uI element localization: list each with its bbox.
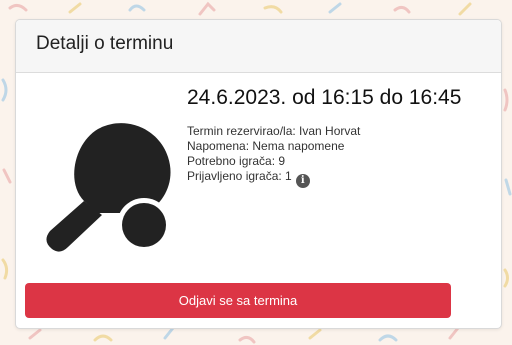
table-tennis-paddle-icon: [46, 123, 171, 252]
info-icon[interactable]: i: [295, 174, 310, 188]
card-header: Detalji o terminu: [16, 20, 501, 73]
registered-players: Prijavljeno igrača: 1: [187, 169, 292, 183]
required-players: Potrebno igrača: 9: [187, 154, 286, 168]
term-details: Termin rezervirao/la: Ivan Horvat Napome…: [187, 124, 360, 188]
term-details-card: Detalji o terminu 24.6.2023. od 16:15 do…: [15, 19, 502, 329]
registered-players-row: Prijavljeno igrača: 1i: [187, 169, 360, 188]
card-title: Detalji o terminu: [36, 33, 174, 54]
unregister-button[interactable]: Odjavi se sa termina: [25, 283, 451, 318]
note: Napomena: Nema napomene: [187, 139, 345, 153]
reserved-by: Termin rezervirao/la: Ivan Horvat: [187, 124, 361, 138]
term-datetime: 24.6.2023. od 16:15 do 16:45: [187, 86, 462, 109]
